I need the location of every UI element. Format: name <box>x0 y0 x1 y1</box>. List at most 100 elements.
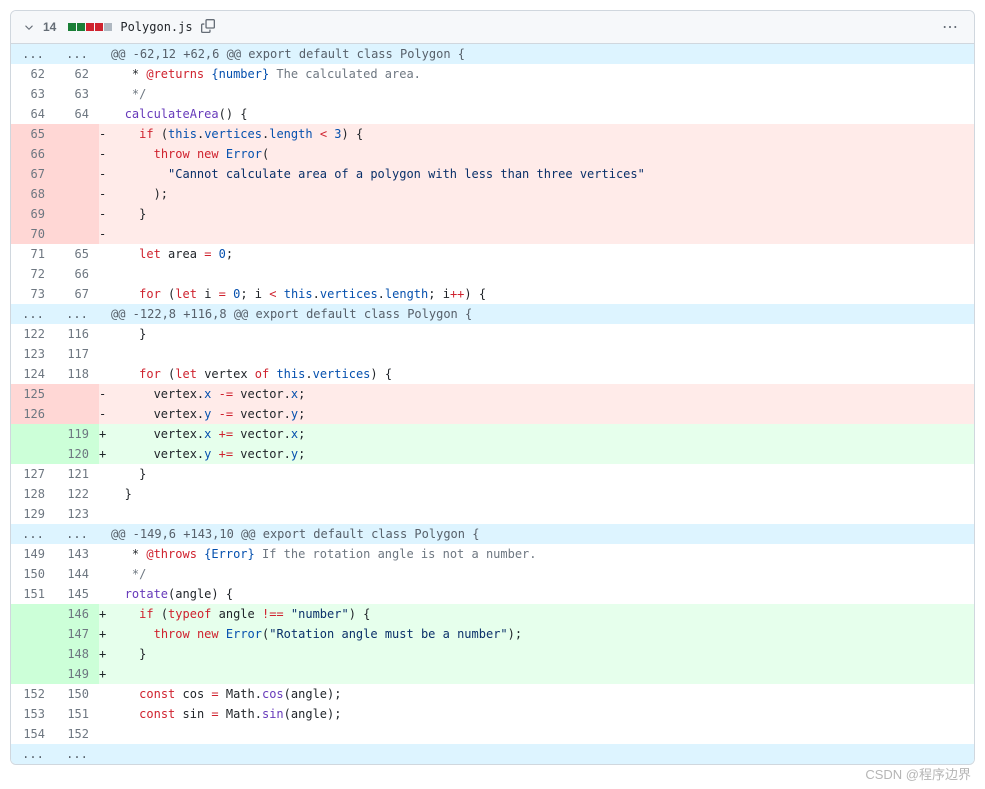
code-cell[interactable] <box>106 344 974 364</box>
new-line-number[interactable]: 149 <box>55 664 99 684</box>
expand-icon[interactable]: ... <box>55 744 99 764</box>
expand-icon[interactable]: ... <box>55 304 99 324</box>
new-line-number[interactable]: 151 <box>55 704 99 724</box>
new-line-number[interactable]: 67 <box>55 284 99 304</box>
code-cell[interactable] <box>106 224 974 244</box>
code-cell[interactable]: for (let vertex of this.vertices) { <box>106 364 974 384</box>
old-line-number[interactable]: 149 <box>11 544 55 564</box>
new-line-number[interactable]: 121 <box>55 464 99 484</box>
old-line-number[interactable] <box>11 604 55 624</box>
old-line-number[interactable]: 153 <box>11 704 55 724</box>
code-cell[interactable]: */ <box>106 84 974 104</box>
new-line-number[interactable]: 118 <box>55 364 99 384</box>
code-cell[interactable]: vertex.y += vector.y; <box>106 444 974 464</box>
old-line-number[interactable]: 125 <box>11 384 55 404</box>
new-line-number[interactable]: 147 <box>55 624 99 644</box>
code-cell[interactable]: if (typeof angle !== "number") { <box>106 604 974 624</box>
code-cell[interactable]: if (this.vertices.length < 3) { <box>106 124 974 144</box>
new-line-number[interactable]: 66 <box>55 264 99 284</box>
new-line-number[interactable]: 117 <box>55 344 99 364</box>
code-cell[interactable] <box>106 724 974 744</box>
old-line-number[interactable] <box>11 424 55 444</box>
code-cell[interactable] <box>106 664 974 684</box>
new-line-number[interactable] <box>55 164 99 184</box>
old-line-number[interactable]: 63 <box>11 84 55 104</box>
new-line-number[interactable]: 146 <box>55 604 99 624</box>
old-line-number[interactable] <box>11 664 55 684</box>
code-cell[interactable]: vertex.x += vector.x; <box>106 424 974 444</box>
old-line-number[interactable]: 71 <box>11 244 55 264</box>
code-cell[interactable]: } <box>106 644 974 664</box>
chevron-down-icon[interactable] <box>23 21 35 33</box>
new-line-number[interactable]: 122 <box>55 484 99 504</box>
new-line-number[interactable]: 63 <box>55 84 99 104</box>
code-cell[interactable]: vertex.y -= vector.y; <box>106 404 974 424</box>
code-cell[interactable]: */ <box>106 564 974 584</box>
kebab-menu-icon[interactable]: ⋯ <box>938 17 962 37</box>
old-line-number[interactable]: 123 <box>11 344 55 364</box>
code-cell[interactable]: for (let i = 0; i < this.vertices.length… <box>106 284 974 304</box>
new-line-number[interactable]: 144 <box>55 564 99 584</box>
code-cell[interactable]: const sin = Math.sin(angle); <box>106 704 974 724</box>
old-line-number[interactable]: 129 <box>11 504 55 524</box>
code-cell[interactable]: throw new Error( <box>106 144 974 164</box>
old-line-number[interactable]: 62 <box>11 64 55 84</box>
new-line-number[interactable]: 143 <box>55 544 99 564</box>
new-line-number[interactable]: 123 <box>55 504 99 524</box>
old-line-number[interactable]: 124 <box>11 364 55 384</box>
expand-icon[interactable]: ... <box>55 524 99 544</box>
old-line-number[interactable]: 68 <box>11 184 55 204</box>
code-cell[interactable]: ); <box>106 184 974 204</box>
code-cell[interactable] <box>106 504 974 524</box>
new-line-number[interactable] <box>55 124 99 144</box>
new-line-number[interactable] <box>55 144 99 164</box>
code-cell[interactable]: calculateArea() { <box>106 104 974 124</box>
new-line-number[interactable] <box>55 404 99 424</box>
new-line-number[interactable]: 150 <box>55 684 99 704</box>
new-line-number[interactable] <box>55 184 99 204</box>
new-line-number[interactable]: 145 <box>55 584 99 604</box>
copy-path-icon[interactable] <box>201 19 215 36</box>
expand-icon[interactable]: ... <box>55 44 99 64</box>
old-line-number[interactable]: 151 <box>11 584 55 604</box>
code-cell[interactable]: } <box>106 204 974 224</box>
new-line-number[interactable]: 120 <box>55 444 99 464</box>
code-cell[interactable]: rotate(angle) { <box>106 584 974 604</box>
old-line-number[interactable]: 154 <box>11 724 55 744</box>
new-line-number[interactable]: 119 <box>55 424 99 444</box>
expand-icon[interactable]: ... <box>11 304 55 324</box>
old-line-number[interactable]: 126 <box>11 404 55 424</box>
new-line-number[interactable]: 148 <box>55 644 99 664</box>
old-line-number[interactable]: 64 <box>11 104 55 124</box>
new-line-number[interactable]: 152 <box>55 724 99 744</box>
old-line-number[interactable]: 67 <box>11 164 55 184</box>
old-line-number[interactable]: 72 <box>11 264 55 284</box>
old-line-number[interactable]: 128 <box>11 484 55 504</box>
old-line-number[interactable]: 122 <box>11 324 55 344</box>
old-line-number[interactable] <box>11 644 55 664</box>
old-line-number[interactable] <box>11 624 55 644</box>
old-line-number[interactable]: 69 <box>11 204 55 224</box>
code-cell[interactable]: "Cannot calculate area of a polygon with… <box>106 164 974 184</box>
code-cell[interactable]: * @returns {number} The calculated area. <box>106 64 974 84</box>
new-line-number[interactable]: 65 <box>55 244 99 264</box>
filename[interactable]: Polygon.js <box>120 20 192 34</box>
new-line-number[interactable]: 116 <box>55 324 99 344</box>
code-cell[interactable]: * @throws {Error} If the rotation angle … <box>106 544 974 564</box>
code-cell[interactable]: vertex.x -= vector.x; <box>106 384 974 404</box>
code-cell[interactable]: const cos = Math.cos(angle); <box>106 684 974 704</box>
code-cell[interactable] <box>106 264 974 284</box>
old-line-number[interactable] <box>11 444 55 464</box>
old-line-number[interactable]: 66 <box>11 144 55 164</box>
old-line-number[interactable]: 127 <box>11 464 55 484</box>
new-line-number[interactable] <box>55 204 99 224</box>
old-line-number[interactable]: 70 <box>11 224 55 244</box>
code-cell[interactable]: } <box>106 484 974 504</box>
code-cell[interactable]: } <box>106 464 974 484</box>
expand-icon[interactable]: ... <box>11 524 55 544</box>
old-line-number[interactable]: 73 <box>11 284 55 304</box>
expand-icon[interactable]: ... <box>11 44 55 64</box>
old-line-number[interactable]: 65 <box>11 124 55 144</box>
code-cell[interactable]: throw new Error("Rotation angle must be … <box>106 624 974 644</box>
new-line-number[interactable]: 62 <box>55 64 99 84</box>
